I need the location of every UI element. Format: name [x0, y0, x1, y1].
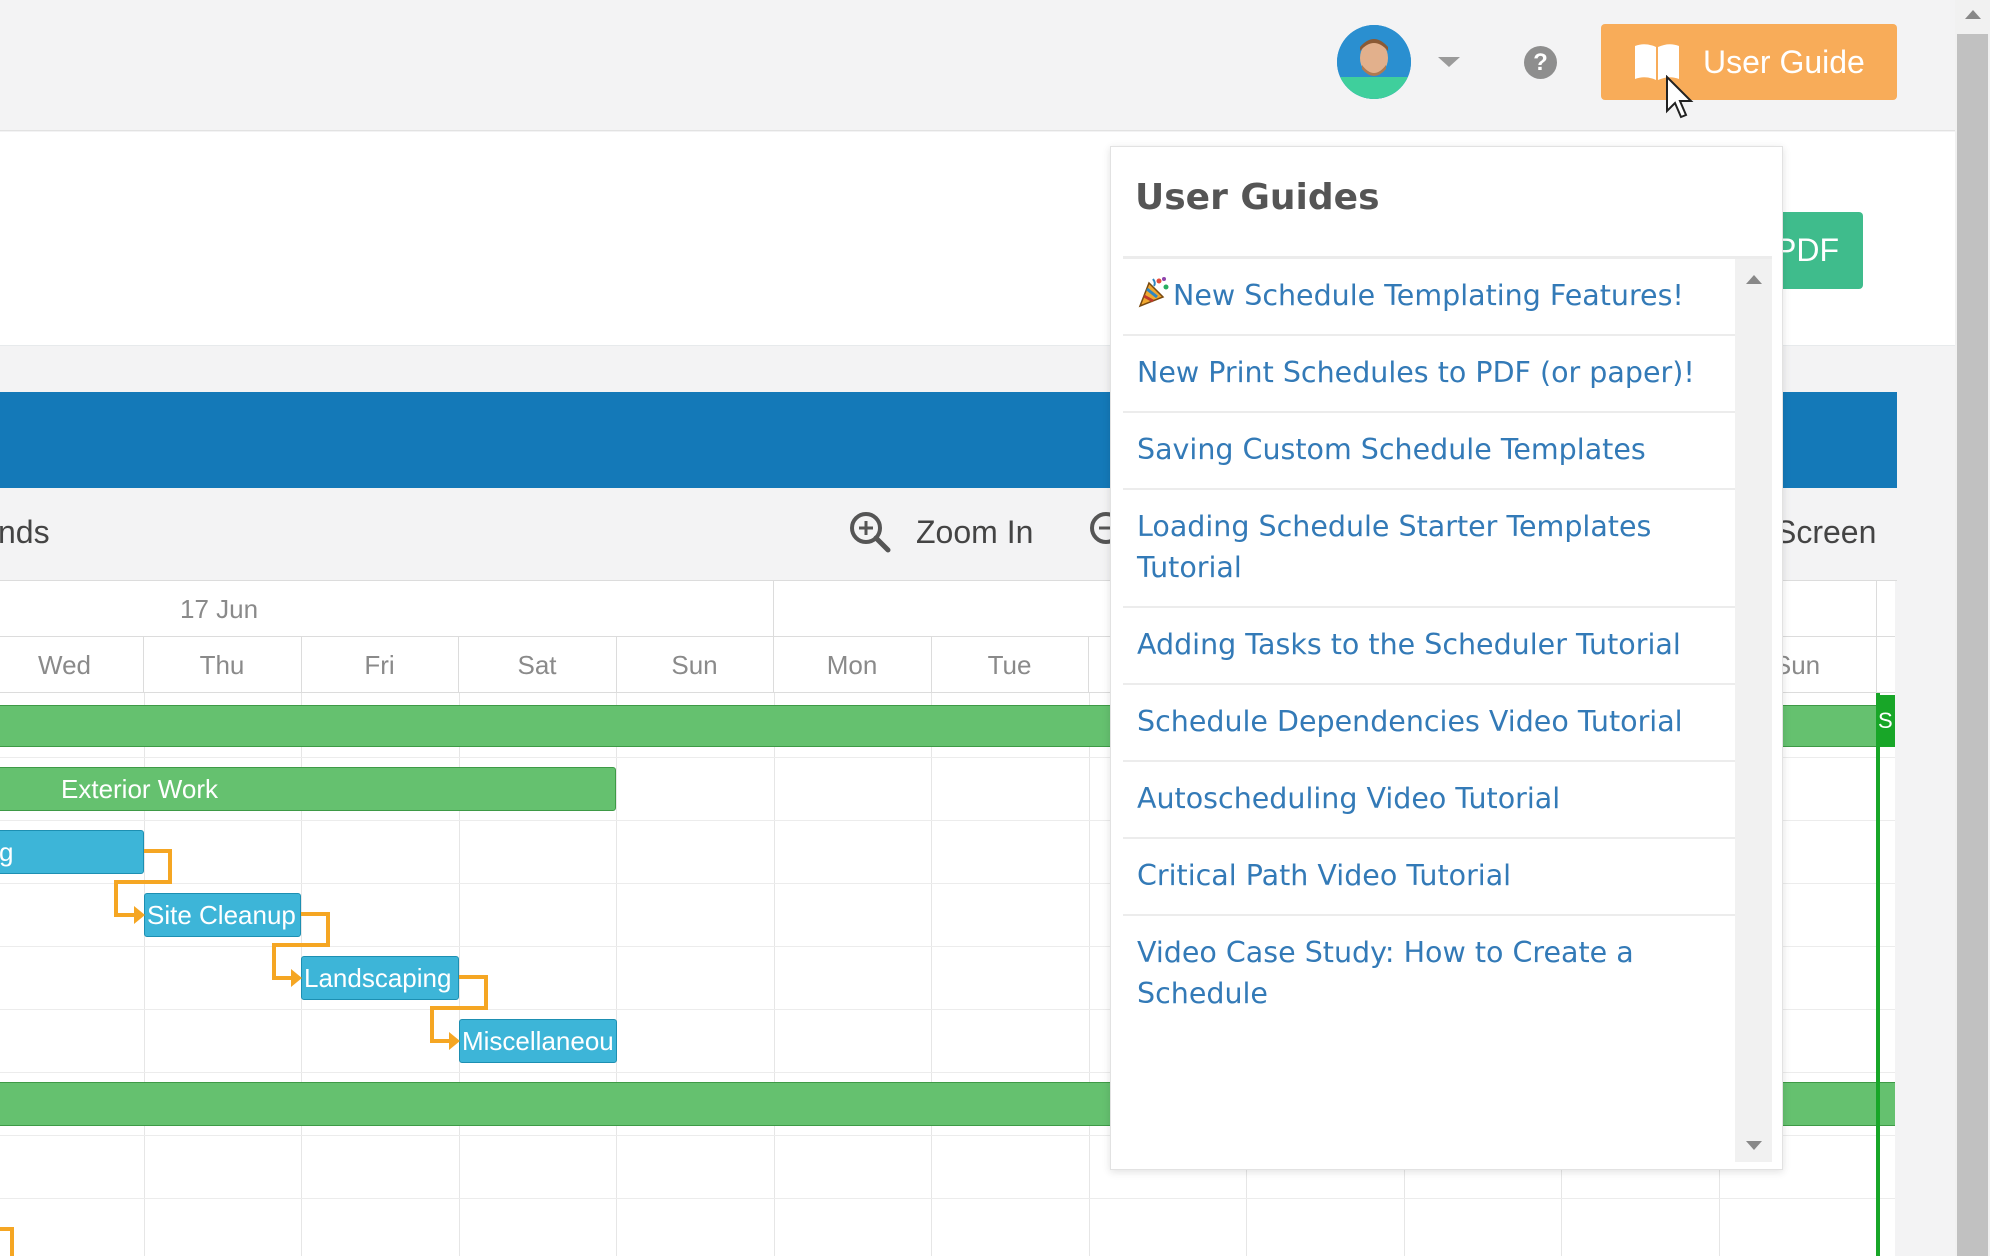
- grid-column-line: [931, 693, 932, 1256]
- page-scrollbar[interactable]: [1955, 0, 1990, 1256]
- today-marker-line: [1876, 693, 1880, 1256]
- party-popper-icon: [1138, 277, 1169, 308]
- today-marker-tag: S: [1878, 695, 1895, 747]
- guide-link-dependencies[interactable]: Schedule Dependencies Video Tutorial: [1123, 685, 1743, 762]
- help-icon[interactable]: ?: [1524, 46, 1557, 79]
- guide-link-adding-tasks[interactable]: Adding Tasks to the Scheduler Tutorial: [1123, 608, 1743, 685]
- dependency-arrows: [0, 849, 488, 1256]
- user-avatar[interactable]: [1337, 25, 1411, 99]
- page-scrollbar-thumb[interactable]: [1957, 34, 1988, 1256]
- guide-link-loading-templates[interactable]: Loading Schedule Starter Templates Tutor…: [1123, 490, 1743, 608]
- guide-link-templating-features[interactable]: New Schedule Templating Features!: [1123, 259, 1743, 336]
- zoom-in-label[interactable]: Zoom In: [916, 514, 1033, 551]
- guide-link-label: Critical Path Video Tutorial: [1137, 859, 1512, 892]
- scroll-up-icon[interactable]: [1746, 275, 1762, 284]
- print-pdf-label: PDF: [1775, 232, 1839, 268]
- user-guide-label: User Guide: [1703, 43, 1865, 80]
- grid-column-line: [773, 693, 775, 1256]
- guide-link-label: Schedule Dependencies Video Tutorial: [1137, 705, 1683, 738]
- guide-link-label: Autoscheduling Video Tutorial: [1137, 782, 1561, 815]
- guide-link-label: Video Case Study: How to Create a Schedu…: [1137, 936, 1634, 1010]
- guide-link-case-study[interactable]: Video Case Study: How to Create a Schedu…: [1123, 916, 1743, 1032]
- guide-link-label: New Schedule Templating Features!: [1173, 279, 1684, 312]
- user-guides-list: New Schedule Templating Features! New Pr…: [1123, 259, 1743, 1162]
- guide-link-print-pdf[interactable]: New Print Schedules to PDF (or paper)!: [1123, 336, 1743, 413]
- dropdown-notch: [1730, 132, 1758, 146]
- toolbar-partial-right[interactable]: Screen: [1775, 514, 1876, 551]
- dropdown-title: User Guides: [1135, 177, 1380, 218]
- user-menu-caret-icon[interactable]: [1438, 57, 1460, 67]
- user-guides-dropdown: User Guides New Schedule Templating Feat…: [1110, 146, 1783, 1170]
- day-header: Tue: [931, 637, 1089, 693]
- zoom-in-icon[interactable]: [848, 510, 892, 554]
- guide-link-label: New Print Schedules to PDF (or paper)!: [1137, 356, 1695, 389]
- top-navbar: ? User Guide: [0, 0, 1955, 131]
- user-guide-button[interactable]: User Guide: [1601, 24, 1897, 100]
- toolbar-partial-left[interactable]: nds: [0, 514, 50, 551]
- mouse-cursor-icon: [1666, 75, 1694, 119]
- dropdown-scrollbar[interactable]: [1735, 259, 1772, 1162]
- day-header: Mon: [774, 637, 932, 693]
- guide-link-saving-templates[interactable]: Saving Custom Schedule Templates: [1123, 413, 1743, 490]
- guide-link-critical-path[interactable]: Critical Path Video Tutorial: [1123, 839, 1743, 916]
- avatar-image: [1337, 25, 1411, 99]
- scroll-down-icon[interactable]: [1746, 1141, 1762, 1150]
- scroll-up-icon[interactable]: [1965, 10, 1981, 19]
- guide-link-label: Adding Tasks to the Scheduler Tutorial: [1137, 628, 1681, 661]
- guide-link-label: Loading Schedule Starter Templates Tutor…: [1137, 510, 1652, 584]
- guide-link-autoscheduling[interactable]: Autoscheduling Video Tutorial: [1123, 762, 1743, 839]
- guide-link-label: Saving Custom Schedule Templates: [1137, 433, 1646, 466]
- grid-column-line: [1088, 693, 1090, 1256]
